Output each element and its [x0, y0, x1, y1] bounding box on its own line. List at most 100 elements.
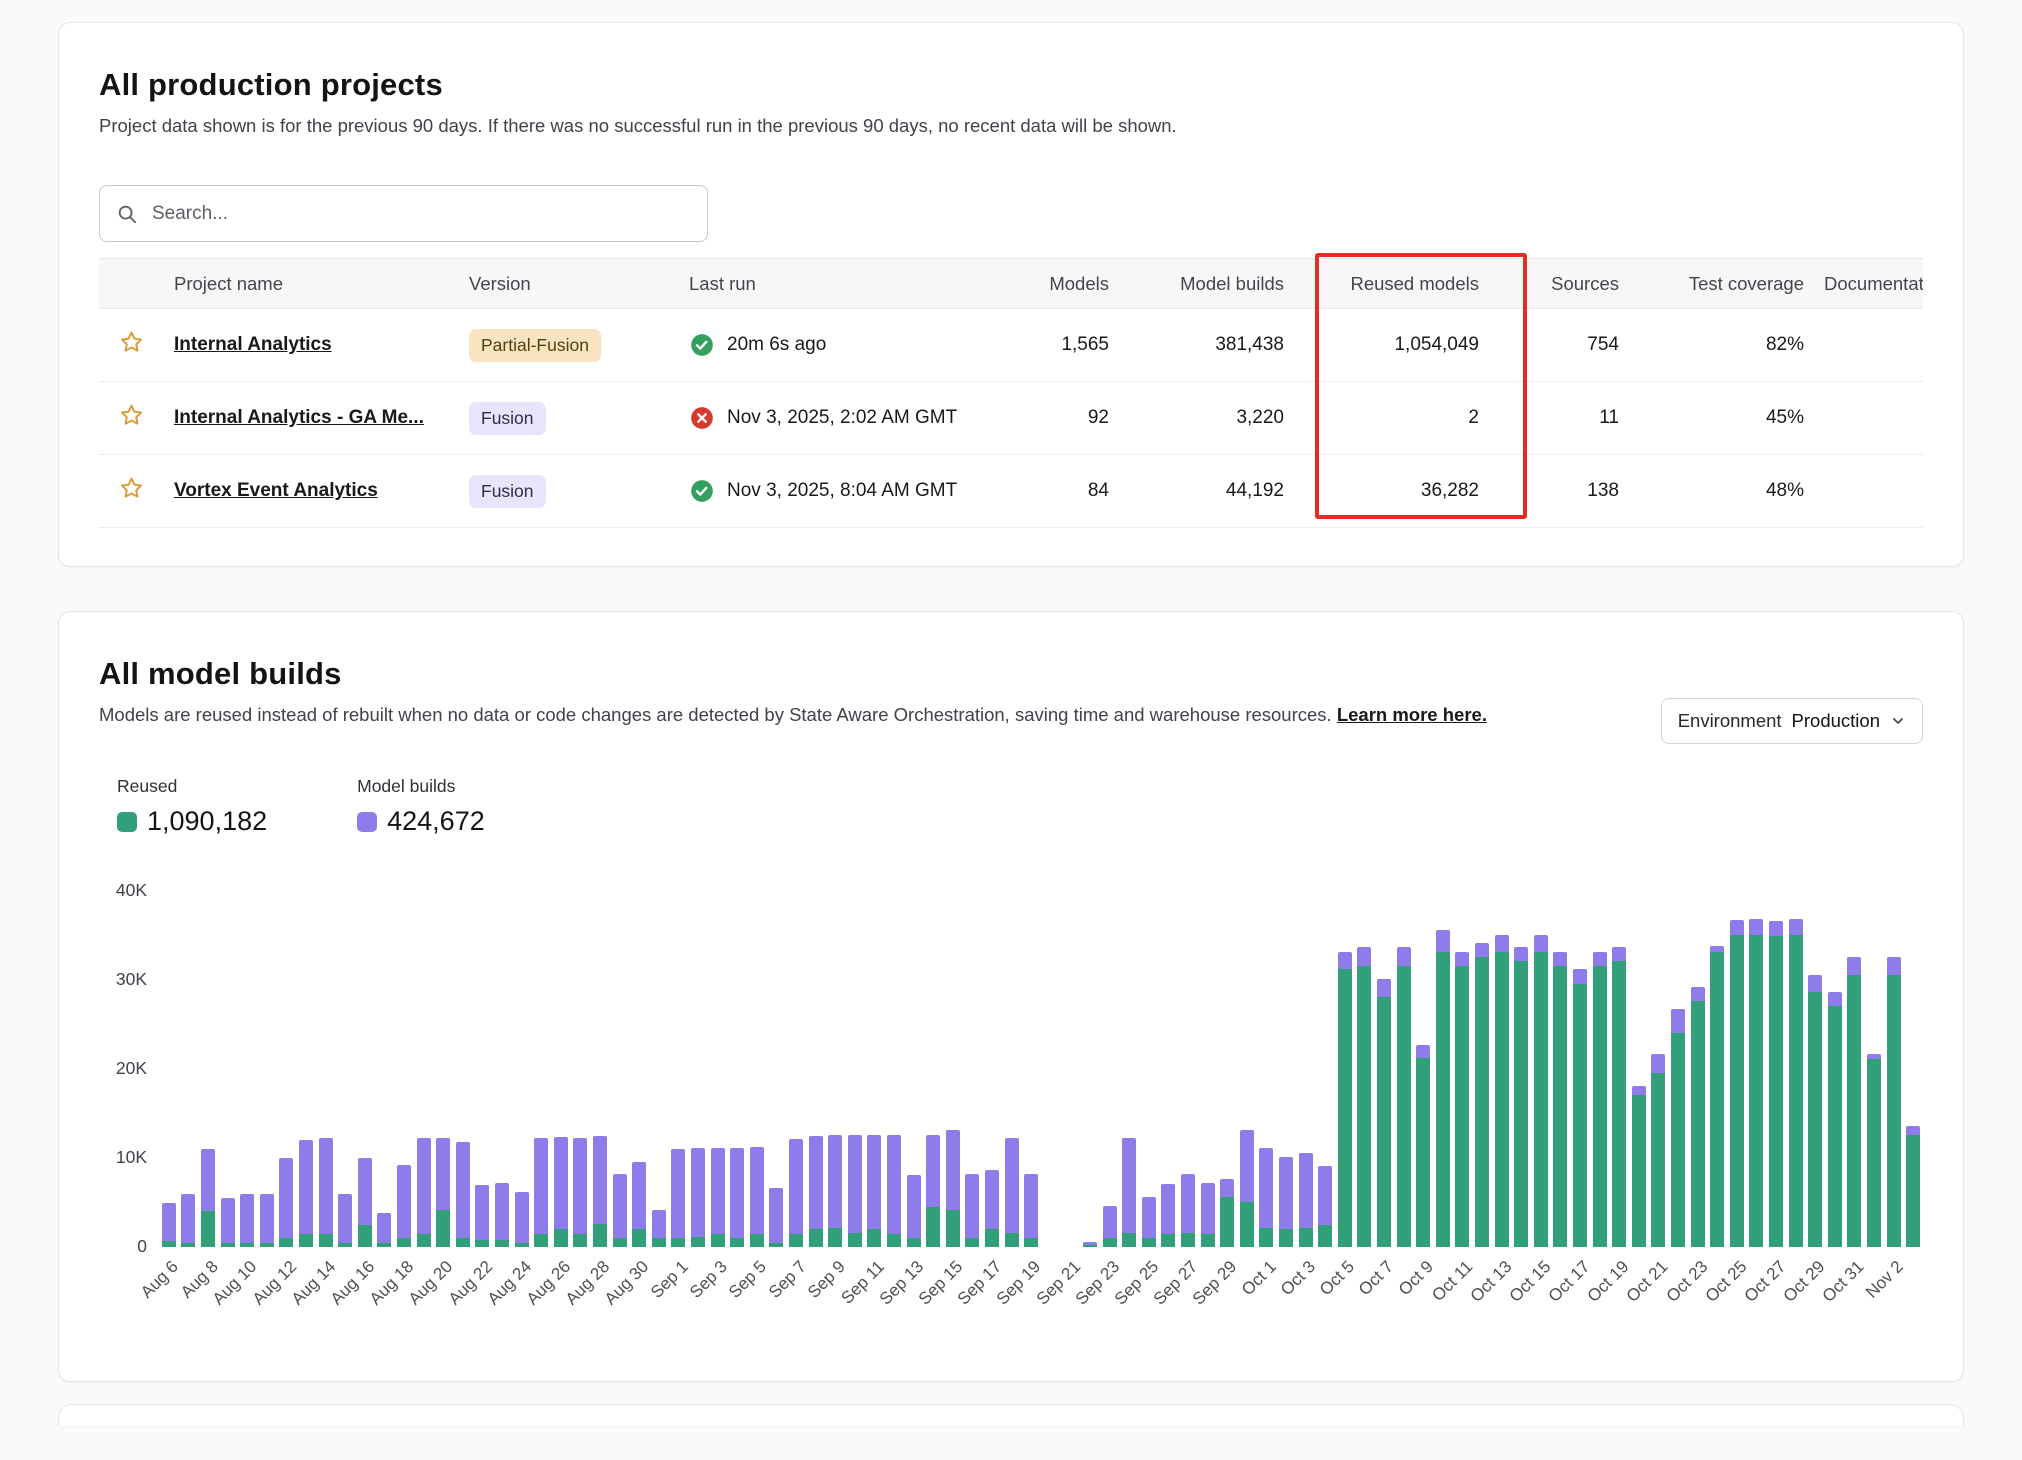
chart-bar	[1397, 947, 1411, 1247]
search-box[interactable]	[99, 185, 708, 242]
chart-bar	[593, 1136, 607, 1247]
chart-plotwrap: Aug 6Aug 8Aug 10Aug 12Aug 14Aug 16Aug 18…	[159, 891, 1923, 1341]
chart-bar	[1730, 920, 1744, 1247]
y-axis-label: 30K	[116, 969, 147, 990]
chart-bar	[613, 1174, 627, 1247]
chart-bar	[1887, 957, 1901, 1247]
environment-select[interactable]: Environment Production	[1661, 698, 1923, 744]
legend-model-builds: Model builds 424,672	[357, 776, 485, 837]
legend-reused: Reused 1,090,182	[117, 776, 267, 837]
chart-bar	[1377, 979, 1391, 1247]
column-header-favorite	[99, 259, 164, 309]
column-header-project-name: Project name	[164, 259, 459, 309]
chart-bar	[299, 1140, 313, 1247]
chart-bar	[377, 1213, 391, 1247]
chart-bar	[867, 1135, 881, 1247]
chart-bar	[1279, 1157, 1293, 1247]
project-link[interactable]: Internal Analytics - GA Me...	[174, 407, 424, 428]
reused-models-cell: 36,282	[1294, 455, 1489, 528]
chart-bar	[1749, 919, 1763, 1247]
project-link[interactable]: Vortex Event Analytics	[174, 480, 378, 501]
chart-bar	[181, 1194, 195, 1247]
chart-bar	[1593, 952, 1607, 1247]
test-coverage-cell: 45%	[1629, 382, 1814, 455]
environment-label: Environment	[1678, 710, 1782, 732]
y-axis-label: 0	[137, 1236, 147, 1257]
favorite-star-icon[interactable]	[118, 402, 145, 429]
chart-bar	[1808, 975, 1822, 1247]
model-builds-card: All model builds Models are reused inste…	[58, 611, 1964, 1382]
chart-bar	[554, 1137, 568, 1247]
chart-bar	[926, 1135, 940, 1247]
table-header-row: Project name Version Last run Models Mod…	[99, 259, 1923, 309]
chart-bar	[1122, 1138, 1136, 1247]
chart-bar	[1416, 1045, 1430, 1247]
chart-bar	[573, 1138, 587, 1247]
y-axis-label: 10K	[116, 1147, 147, 1168]
chart-bar	[1220, 1179, 1234, 1247]
chart-bar	[1259, 1148, 1273, 1247]
chart-bar	[789, 1139, 803, 1247]
column-header-models: Models	[1004, 259, 1119, 309]
test-coverage-cell: 48%	[1629, 455, 1814, 528]
learn-more-link[interactable]: Learn more here.	[1337, 704, 1487, 725]
chart-bar	[750, 1147, 764, 1247]
chart-bar	[1534, 935, 1548, 1247]
chart-bar	[652, 1210, 666, 1247]
favorite-star-icon[interactable]	[118, 329, 145, 356]
chart-bar	[201, 1149, 215, 1247]
error-status-icon	[689, 405, 715, 431]
chart-bar	[1161, 1184, 1175, 1247]
chevron-down-icon	[1890, 713, 1906, 729]
chart-bar	[1632, 1086, 1646, 1247]
test-coverage-cell: 82%	[1629, 309, 1814, 382]
search-input[interactable]	[150, 202, 691, 226]
projects-table: Project name Version Last run Models Mod…	[99, 258, 1923, 528]
legend-builds-swatch	[357, 812, 377, 832]
chart-bar	[1769, 921, 1783, 1247]
favorite-star-icon[interactable]	[118, 475, 145, 502]
y-axis-label: 40K	[116, 880, 147, 901]
chart-legend: Reused 1,090,182 Model builds 424,672	[117, 776, 1923, 837]
legend-reused-swatch	[117, 812, 137, 832]
chart-bar	[1357, 947, 1371, 1247]
chart-bar	[1181, 1174, 1195, 1247]
chart-bar	[1024, 1174, 1038, 1247]
y-axis-label: 20K	[116, 1058, 147, 1079]
chart-bar	[1201, 1183, 1215, 1247]
projects-card: All production projects Project data sho…	[58, 22, 1964, 567]
chart-bar	[1553, 952, 1567, 1247]
reused-models-cell: 1,054,049	[1294, 309, 1489, 382]
chart-bar	[887, 1135, 901, 1247]
y-axis: 010K20K30K40K	[99, 891, 147, 1247]
chart-bar	[907, 1175, 921, 1247]
table-row: Internal Analytics - GA Me... Fusion Nov…	[99, 382, 1923, 455]
chart-bar	[534, 1138, 548, 1247]
chart-bar	[769, 1188, 783, 1247]
column-header-model-builds: Model builds	[1119, 259, 1294, 309]
chart-bar	[456, 1142, 470, 1247]
chart-bar	[1240, 1130, 1254, 1247]
chart-bar	[338, 1194, 352, 1247]
legend-builds-value: 424,672	[387, 806, 485, 837]
chart-bar	[691, 1148, 705, 1247]
sources-cell: 754	[1489, 309, 1629, 382]
chart-bar	[848, 1135, 862, 1247]
builds-subtitle-text: Models are reused instead of rebuilt whe…	[99, 704, 1332, 725]
last-run-text: Nov 3, 2025, 8:04 AM GMT	[727, 480, 957, 502]
models-cell: 92	[1004, 382, 1119, 455]
chart-plot	[159, 891, 1923, 1247]
success-status-icon	[689, 332, 715, 358]
chart-bar	[1436, 930, 1450, 1247]
chart-bar	[1005, 1138, 1019, 1247]
legend-reused-label: Reused	[117, 776, 267, 797]
chart-bar	[1338, 952, 1352, 1247]
column-header-documentation: Documentation	[1814, 259, 1923, 309]
documentation-cell	[1814, 455, 1923, 528]
project-link[interactable]: Internal Analytics	[174, 334, 332, 355]
documentation-cell	[1814, 309, 1923, 382]
chart-bar	[279, 1158, 293, 1247]
chart-bar	[1142, 1197, 1156, 1247]
chart-bar	[1475, 943, 1489, 1247]
chart-bar	[632, 1162, 646, 1247]
